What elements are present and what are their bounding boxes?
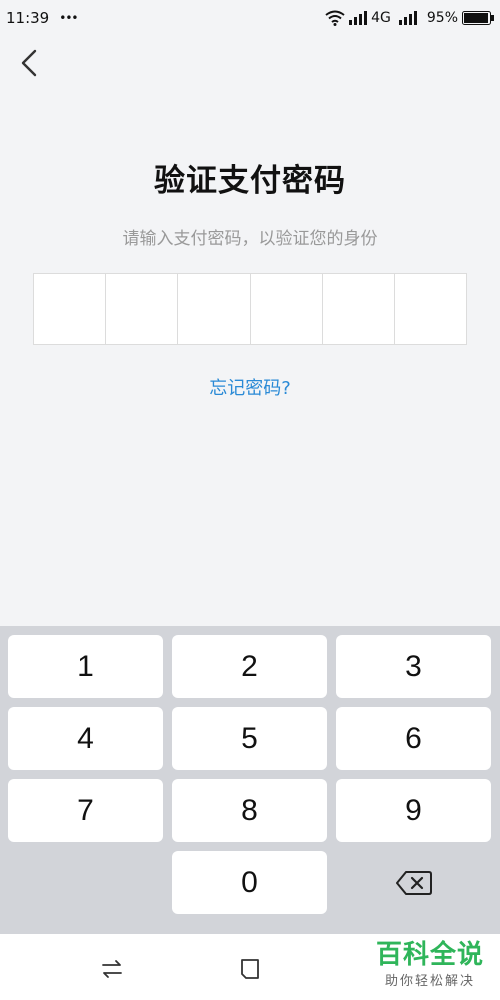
key-blank [8, 851, 163, 914]
numeric-keyboard: 1 2 3 4 5 6 7 8 9 0 [0, 626, 500, 934]
forgot-password-link[interactable]: 忘记密码? [0, 374, 500, 400]
pin-cell[interactable] [323, 274, 395, 344]
pin-cell[interactable] [34, 274, 107, 344]
network-type: 4G [371, 10, 391, 26]
battery-percent: 95% [426, 10, 458, 26]
key-6[interactable]: 6 [336, 707, 491, 770]
page-subtitle: 请输入支付密码，以验证您的身份 [122, 229, 378, 249]
watermark: 百科全说 助你轻松解决 [376, 940, 484, 989]
more-notifications-icon: ••• [59, 11, 78, 25]
status-bar: 11:39 ••• 4G 95% [0, 0, 500, 36]
back-button[interactable] [12, 46, 46, 80]
key-8[interactable]: 8 [172, 779, 327, 842]
switch-apps-icon[interactable] [99, 956, 125, 982]
key-4[interactable]: 4 [8, 707, 163, 770]
key-0[interactable]: 0 [172, 851, 327, 914]
key-5[interactable]: 5 [172, 707, 327, 770]
key-3[interactable]: 3 [336, 635, 491, 698]
backspace-icon [395, 870, 432, 895]
pin-cell[interactable] [178, 274, 251, 344]
status-left: 11:39 ••• [6, 9, 78, 27]
watermark-subtitle: 助你轻松解决 [384, 974, 475, 989]
key-9[interactable]: 9 [336, 779, 491, 842]
status-right: 4G 95% [325, 10, 494, 26]
home-icon[interactable] [237, 956, 263, 982]
key-1[interactable]: 1 [8, 635, 163, 698]
pin-cell[interactable] [395, 274, 466, 344]
wifi-icon [325, 10, 345, 26]
page-title: 验证支付密码 [154, 163, 346, 199]
battery-icon [462, 11, 494, 25]
pin-cell[interactable] [106, 274, 179, 344]
status-time: 11:39 [6, 9, 50, 27]
signal-icon [349, 11, 368, 25]
delete-key[interactable] [336, 851, 491, 914]
pin-cell[interactable] [251, 274, 323, 344]
key-7[interactable]: 7 [8, 779, 163, 842]
chevron-left-icon [21, 49, 37, 77]
key-2[interactable]: 2 [172, 635, 327, 698]
pin-input[interactable] [33, 273, 467, 345]
signal-icon-2 [398, 11, 417, 25]
watermark-title: 百科全说 [375, 940, 484, 970]
